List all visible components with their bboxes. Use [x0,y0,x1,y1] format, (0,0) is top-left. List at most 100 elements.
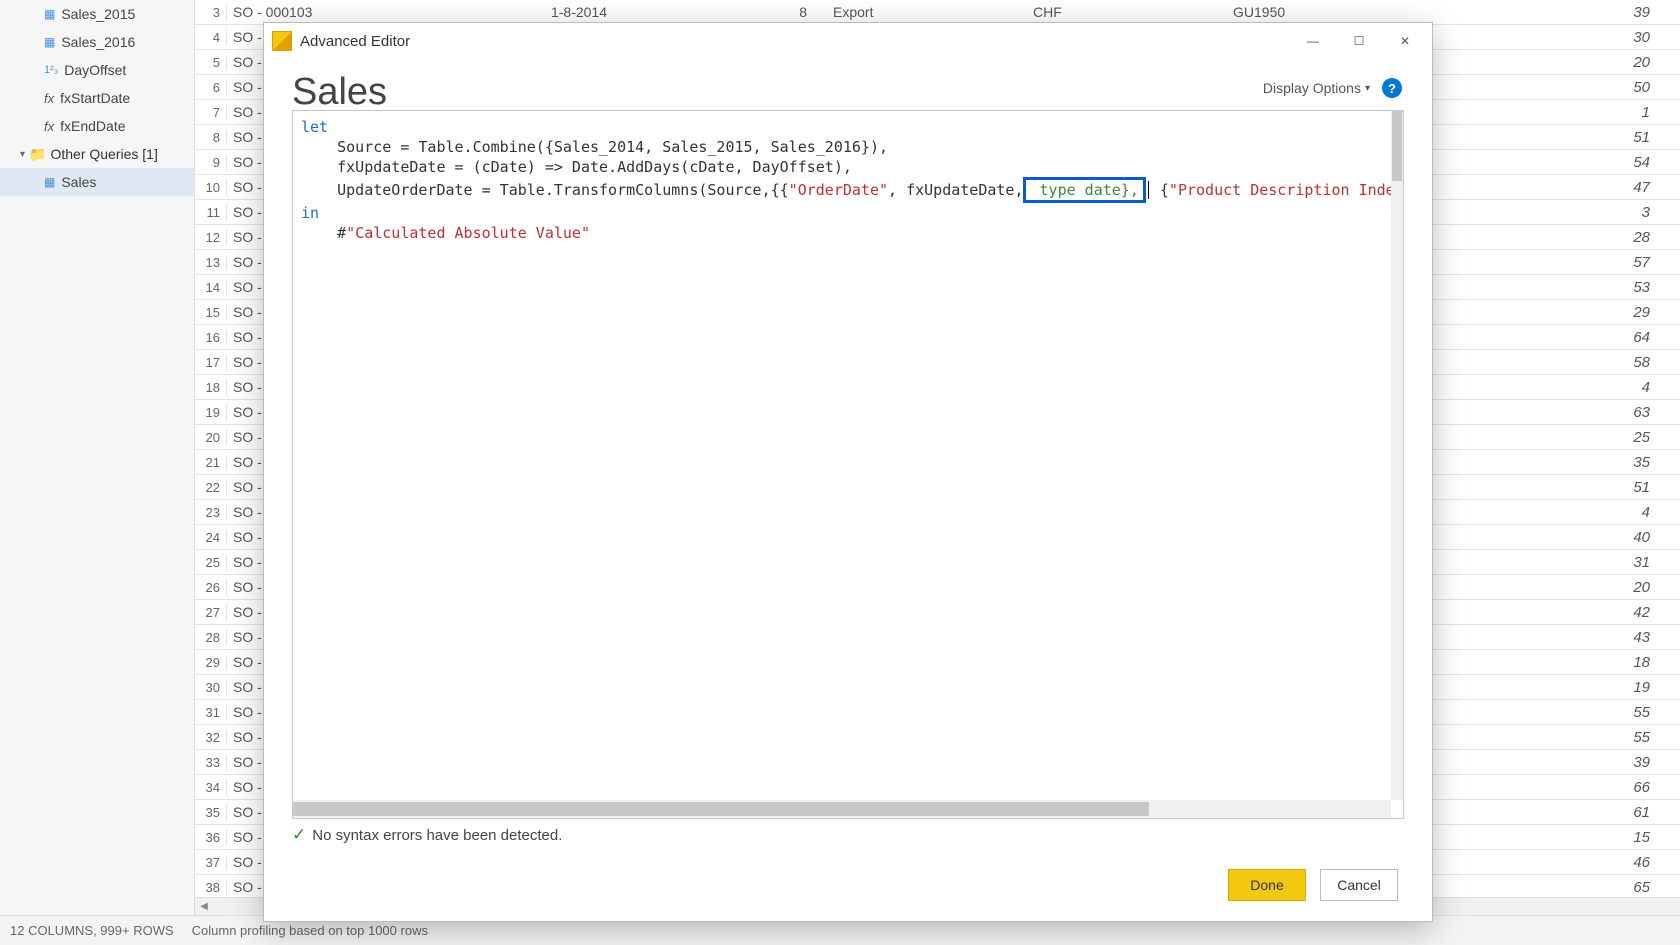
titlebar[interactable]: Advanced Editor — ☐ ✕ [264,23,1432,59]
code-line: Source = Table.Combine({Sales_2014, Sale… [301,138,888,156]
cell-gu: GU1950 [1227,4,1427,20]
caret-down-icon: ▾ [1365,83,1370,94]
query-item[interactable]: ▦ Sales_2016 [0,28,194,56]
window-title: Advanced Editor [300,33,410,50]
check-icon: ✓ [292,825,306,845]
row-index: 17 [195,355,227,370]
cancel-button-label: Cancel [1337,877,1381,893]
row-index: 9 [195,155,227,170]
code-editor[interactable]: let Source = Table.Combine({Sales_2014, … [292,110,1404,819]
done-button[interactable]: Done [1228,869,1306,901]
syntax-status: ✓ No syntax errors have been detected. [292,825,1404,845]
query-item-label: DayOffset [64,62,126,78]
editor-vertical-scrollbar[interactable] [1391,111,1403,800]
code-seg: , fxUpdateDate, [888,181,1023,199]
row-index: 24 [195,530,227,545]
row-index: 21 [195,455,227,470]
editor-horizontal-scrollbar[interactable] [293,800,1391,818]
queries-group-label: Other Queries [1] [50,146,157,162]
row-index: 3 [195,5,227,20]
cell-chf: CHF [1027,4,1227,20]
close-button[interactable]: ✕ [1382,25,1428,57]
row-index: 5 [195,55,227,70]
query-item-label: Sales_2016 [61,34,135,50]
query-item[interactable]: 1²₃ DayOffset [0,56,194,84]
display-options-label: Display Options [1263,80,1361,96]
collapse-triangle-icon: ▾ [20,149,25,160]
query-item[interactable]: ▦Sales_2015 [0,0,194,28]
row-index: 10 [195,180,227,195]
row-index: 32 [195,730,227,745]
row-index: 14 [195,280,227,295]
cell-date: 1-8-2014 [427,4,627,20]
row-index: 8 [195,130,227,145]
query-item[interactable]: fx fxStartDate [0,84,194,112]
row-index: 13 [195,255,227,270]
row-index: 22 [195,480,227,495]
row-index: 31 [195,705,227,720]
fx-icon: fx [44,119,54,134]
status-profiling: Column profiling based on top 1000 rows [192,923,428,938]
code-seg: # [301,224,346,242]
help-icon[interactable]: ? [1382,78,1402,98]
row-index: 6 [195,80,227,95]
row-index: 36 [195,830,227,845]
query-item-label: Sales [61,174,96,190]
text-cursor [1148,181,1149,199]
row-index: 12 [195,230,227,245]
cell-num: 8 [627,4,827,20]
status-columns: 12 COLUMNS, 999+ ROWS [10,923,174,938]
query-item-label: fxEndDate [60,118,125,134]
row-index: 29 [195,655,227,670]
row-index: 18 [195,380,227,395]
cell-so: SO - 000103 [227,4,427,20]
query-item-sales[interactable]: ▦ Sales [0,168,194,196]
number-icon: 1²₃ [44,64,58,76]
kw-let: let [301,118,328,136]
row-index: 33 [195,755,227,770]
query-item-label: Sales_2015 [61,6,135,22]
scroll-left-icon[interactable]: ◀ [195,901,213,912]
row-index: 7 [195,105,227,120]
code-seg: UpdateOrderDate = Table.TransformColumns… [301,181,789,199]
row-index: 35 [195,805,227,820]
row-index: 30 [195,680,227,695]
code-content[interactable]: let Source = Table.Combine({Sales_2014, … [293,111,1403,249]
cell-export: Export [827,4,1027,20]
syntax-status-text: No syntax errors have been detected. [312,827,562,844]
row-index: 28 [195,630,227,645]
row-index: 37 [195,855,227,870]
done-button-label: Done [1250,877,1283,893]
row-index: 38 [195,880,227,895]
highlighted-segment: type date}, [1023,177,1145,203]
table-icon: ▦ [44,35,55,49]
scrollbar-thumb[interactable] [293,802,1149,816]
queries-group-other[interactable]: ▾ 📁 Other Queries [1] [0,140,194,168]
minimize-button[interactable]: — [1290,25,1336,57]
display-options-dropdown[interactable]: Display Options ▾ [1263,80,1370,96]
row-index: 23 [195,505,227,520]
code-line: fxUpdateDate = (cDate) => Date.AddDays(c… [301,158,852,176]
advanced-editor-window: Advanced Editor — ☐ ✕ Sales Display Opti… [263,22,1433,922]
maximize-button[interactable]: ☐ [1336,25,1382,57]
queries-panel: ▦Sales_2015▦Sales_20161²₃DayOffsetfxfxSt… [0,0,195,945]
fx-icon: fx [44,91,54,106]
row-index: 26 [195,580,227,595]
row-index: 25 [195,555,227,570]
folder-icon: 📁 [29,146,46,163]
query-item[interactable]: fx fxEndDate [0,112,194,140]
table-icon: ▦ [44,175,55,189]
cancel-button[interactable]: Cancel [1320,869,1398,901]
code-string: "OrderDate" [789,181,888,199]
row-index: 34 [195,780,227,795]
row-index: 11 [195,205,227,220]
row-index: 16 [195,330,227,345]
row-index: 19 [195,405,227,420]
powerbi-icon [272,31,292,51]
row-index: 4 [195,30,227,45]
code-string: "Product Description Index" [1169,181,1404,199]
scrollbar-thumb[interactable] [1392,111,1402,181]
kw-in: in [301,204,319,222]
row-index: 27 [195,605,227,620]
query-item-label: fxStartDate [60,90,130,106]
